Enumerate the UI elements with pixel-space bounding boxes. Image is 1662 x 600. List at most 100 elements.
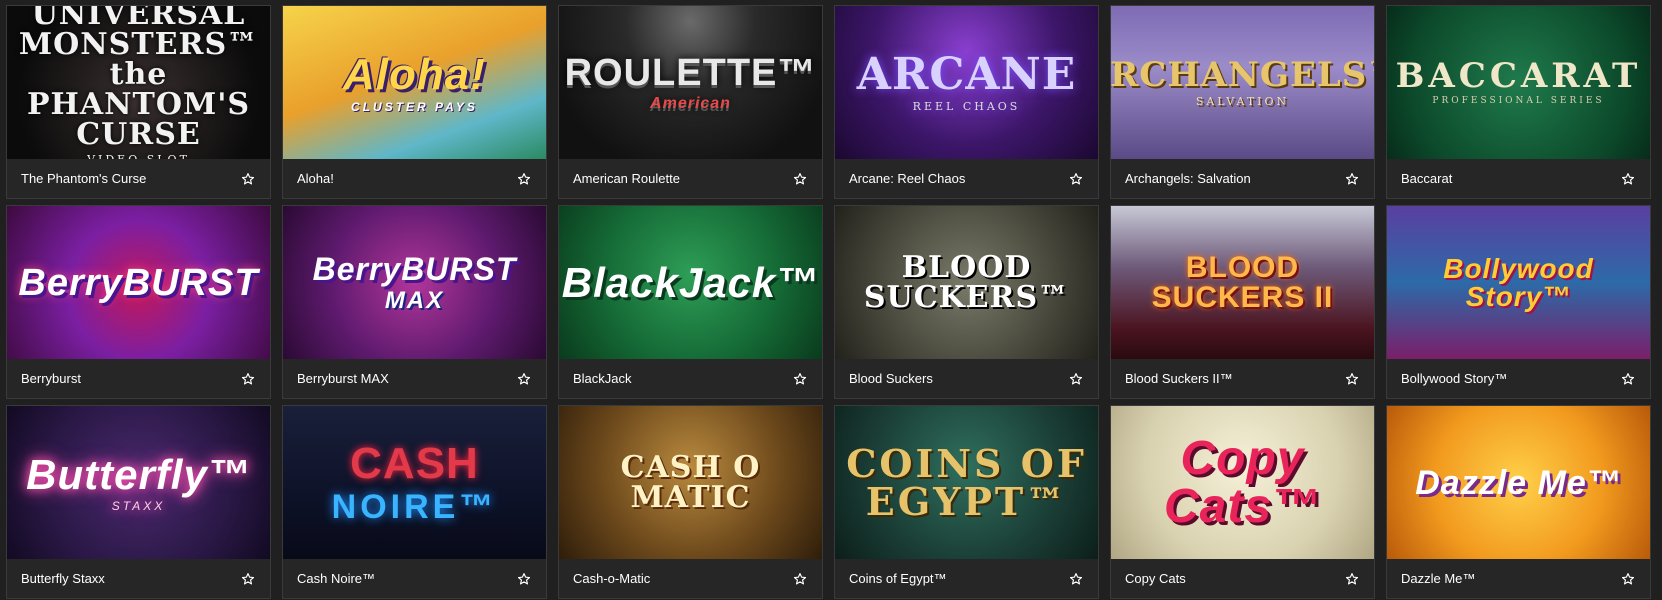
game-art-title: Copy Cats™ xyxy=(1111,434,1374,531)
game-name[interactable]: Blood Suckers II™ xyxy=(1125,371,1233,386)
game-name[interactable]: Cash-o-Matic xyxy=(573,571,650,586)
game-thumbnail[interactable]: Copy Cats™ xyxy=(1111,406,1374,559)
game-name[interactable]: The Phantom's Curse xyxy=(21,171,146,186)
game-name[interactable]: Berryburst xyxy=(21,371,81,386)
game-name[interactable]: Dazzle Me™ xyxy=(1401,571,1475,586)
game-name[interactable]: Copy Cats xyxy=(1125,571,1186,586)
game-caption: Cash-o-Matic xyxy=(559,559,822,598)
star-icon[interactable] xyxy=(1344,371,1360,387)
game-name[interactable]: Aloha! xyxy=(297,171,334,186)
game-card[interactable]: BACCARAT PROFESSIONAL SERIES Baccarat xyxy=(1386,5,1651,199)
game-caption: Butterfly Staxx xyxy=(7,559,270,598)
star-icon[interactable] xyxy=(792,571,808,587)
star-outline-icon xyxy=(241,372,255,384)
game-card[interactable]: BerryBURST MAX Berryburst MAX xyxy=(282,205,547,399)
game-thumbnail[interactable]: BLOOD SUCKERS II xyxy=(1111,206,1374,359)
game-name[interactable]: Bollywood Story™ xyxy=(1401,371,1507,386)
game-name[interactable]: Archangels: Salvation xyxy=(1125,171,1251,186)
game-thumbnail[interactable]: ARCANE REEL CHAOS xyxy=(835,6,1098,159)
star-icon[interactable] xyxy=(1068,571,1084,587)
star-icon[interactable] xyxy=(240,371,256,387)
game-card[interactable]: ARCHANGELS™SALVATION Archangels: Salvatio… xyxy=(1110,5,1375,199)
game-name[interactable]: BlackJack xyxy=(573,371,632,386)
game-art-title-text: BACCARAT xyxy=(1395,56,1642,96)
star-outline-icon xyxy=(1345,172,1359,184)
game-card[interactable]: Bollywood Story™ Bollywood Story™ xyxy=(1386,205,1651,399)
star-icon[interactable] xyxy=(792,371,808,387)
game-card[interactable]: Butterfly™ STAXX Butterfly Staxx xyxy=(6,405,271,599)
game-card[interactable]: Dazzle Me™ Dazzle Me™ xyxy=(1386,405,1651,599)
star-icon[interactable] xyxy=(1620,371,1636,387)
game-art-title: Dazzle Me™ xyxy=(1405,466,1632,500)
game-card[interactable]: BerryBURST Berryburst xyxy=(6,205,271,399)
game-art-title: Bollywood Story™ xyxy=(1387,254,1650,311)
game-name[interactable]: Butterfly Staxx xyxy=(21,571,105,586)
game-caption: Berryburst MAX xyxy=(283,359,546,398)
game-art-subtitle: SALVATION xyxy=(1195,95,1290,108)
star-icon[interactable] xyxy=(792,171,808,187)
game-name[interactable]: Blood Suckers xyxy=(849,371,933,386)
star-icon[interactable] xyxy=(1068,171,1084,187)
game-caption: American Roulette xyxy=(559,159,822,198)
game-name[interactable]: American Roulette xyxy=(573,171,680,186)
game-card[interactable]: COINS OF EGYPT™ Coins of Egypt™ xyxy=(834,405,1099,599)
star-outline-icon xyxy=(1069,372,1083,384)
star-icon[interactable] xyxy=(1620,171,1636,187)
game-thumbnail[interactable]: COINS OF EGYPT™ xyxy=(835,406,1098,559)
game-art-title-text: CASH xyxy=(350,438,479,488)
star-icon[interactable] xyxy=(1344,571,1360,587)
star-outline-icon xyxy=(517,172,531,184)
game-card[interactable]: CASH O MATIC Cash-o-Matic xyxy=(558,405,823,599)
game-thumbnail[interactable]: BerryBURST MAX xyxy=(283,206,546,359)
game-thumbnail[interactable]: UNIVERSAL MONSTERS™ the PHANTOM'S CURSE V… xyxy=(7,6,270,159)
game-name[interactable]: Coins of Egypt™ xyxy=(849,571,947,586)
game-card[interactable]: ROULETTE™ American American Roulette xyxy=(558,5,823,199)
star-icon[interactable] xyxy=(1344,171,1360,187)
game-card[interactable]: BLOOD SUCKERS II Blood Suckers II™ xyxy=(1110,205,1375,399)
game-caption: Copy Cats xyxy=(1111,559,1374,598)
star-icon[interactable] xyxy=(516,371,532,387)
game-name[interactable]: Baccarat xyxy=(1401,171,1452,186)
game-card[interactable]: BLOOD SUCKERS™ Blood Suckers xyxy=(834,205,1099,399)
game-art-title: CASH O MATIC xyxy=(559,449,822,515)
game-name[interactable]: Arcane: Reel Chaos xyxy=(849,171,965,186)
star-icon[interactable] xyxy=(1620,571,1636,587)
game-thumbnail[interactable]: Bollywood Story™ xyxy=(1387,206,1650,359)
star-icon[interactable] xyxy=(240,571,256,587)
game-thumbnail[interactable]: ARCHANGELS™SALVATION xyxy=(1111,6,1374,159)
game-thumbnail[interactable]: Aloha! CLUSTER PAYS xyxy=(283,6,546,159)
star-icon[interactable] xyxy=(1068,371,1084,387)
game-art-title: ROULETTE™ American xyxy=(559,54,822,112)
game-caption: Aloha! xyxy=(283,159,546,198)
star-outline-icon xyxy=(1069,172,1083,184)
game-card[interactable]: CASH NOIRE™ Cash Noire™ xyxy=(282,405,547,599)
game-card[interactable]: ARCANE REEL CHAOS Arcane: Reel Chaos xyxy=(834,5,1099,199)
game-thumbnail[interactable]: BLOOD SUCKERS™ xyxy=(835,206,1098,359)
game-thumbnail[interactable]: CASH O MATIC xyxy=(559,406,822,559)
game-art-title: BLOOD SUCKERS II xyxy=(1111,252,1374,313)
game-thumbnail[interactable]: BerryBURST xyxy=(7,206,270,359)
game-card[interactable]: BlackJack™ BlackJack xyxy=(558,205,823,399)
game-art-title-text: CASH O MATIC xyxy=(620,449,761,515)
game-thumbnail[interactable]: Butterfly™ STAXX xyxy=(7,406,270,559)
star-icon[interactable] xyxy=(516,171,532,187)
game-thumbnail[interactable]: BACCARAT PROFESSIONAL SERIES xyxy=(1387,6,1650,159)
game-art-title: BerryBURST MAX xyxy=(303,253,527,313)
game-art-subtitle: PROFESSIONAL SERIES xyxy=(1432,96,1605,106)
game-thumbnail[interactable]: ROULETTE™ American xyxy=(559,6,822,159)
game-name[interactable]: Cash Noire™ xyxy=(297,571,375,586)
star-outline-icon xyxy=(517,372,531,384)
star-outline-icon xyxy=(1621,172,1635,184)
star-icon[interactable] xyxy=(240,171,256,187)
game-name[interactable]: Berryburst MAX xyxy=(297,371,389,386)
game-thumbnail[interactable]: Dazzle Me™ xyxy=(1387,406,1650,559)
game-card[interactable]: Aloha! CLUSTER PAYS Aloha! xyxy=(282,5,547,199)
game-caption: Berryburst xyxy=(7,359,270,398)
game-art-subtitle: REEL CHAOS xyxy=(912,100,1021,113)
game-thumbnail[interactable]: CASH NOIRE™ xyxy=(283,406,546,559)
game-art-title-text: BerryBURST xyxy=(312,250,517,287)
game-card[interactable]: UNIVERSAL MONSTERS™ the PHANTOM'S CURSE V… xyxy=(6,5,271,199)
game-card[interactable]: Copy Cats™ Copy Cats xyxy=(1110,405,1375,599)
game-thumbnail[interactable]: BlackJack™ xyxy=(559,206,822,359)
star-icon[interactable] xyxy=(516,571,532,587)
